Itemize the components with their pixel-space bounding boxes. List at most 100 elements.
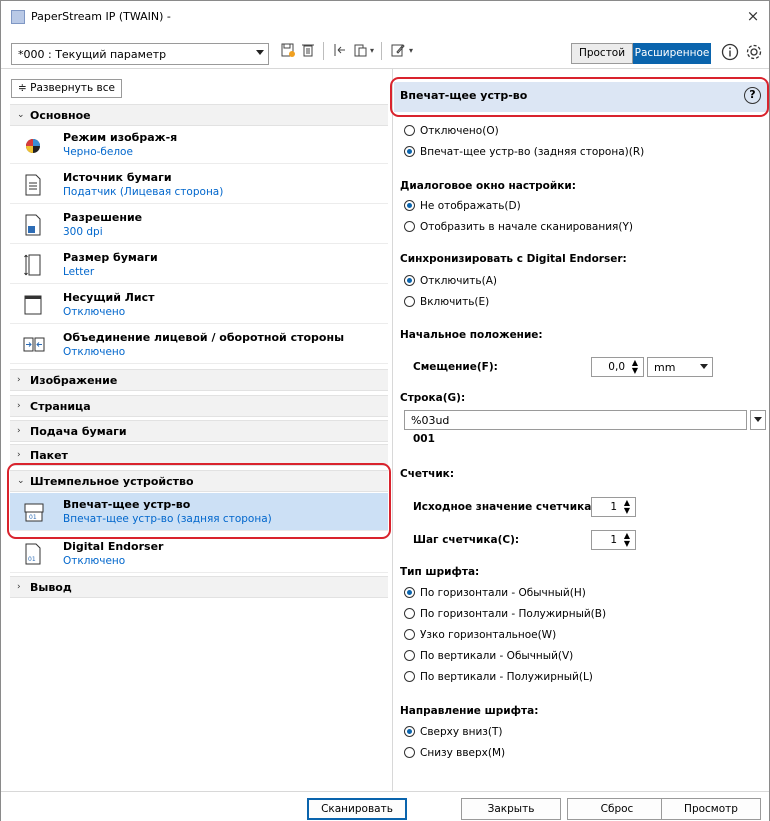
offset-spinbox[interactable]: 0,0 ▲ ▼ (591, 357, 644, 377)
chevron-right-icon: › (17, 426, 21, 436)
close-window-button[interactable]: × (743, 6, 763, 26)
mode-advanced-button[interactable]: Расширенное (633, 43, 711, 64)
spin-up-down-icon: ▲ ▼ (631, 358, 639, 375)
profile-select-value: *000 : Текущий параметр (18, 48, 167, 61)
main-window: PaperStream IP (TWAIN) - × *000 : Текущи… (0, 0, 770, 821)
item-value: Letter (63, 266, 95, 278)
delete-icon[interactable] (299, 42, 317, 60)
carrier-sheet-icon (23, 293, 43, 317)
item-carrier-sheet[interactable]: Несущий Лист Отключено (10, 286, 388, 324)
edit-icon[interactable] (389, 42, 407, 60)
paste-menu-chevron-icon[interactable]: ▾ (367, 42, 377, 60)
profile-select[interactable]: *000 : Текущий параметр (11, 43, 269, 65)
counter-step-label: Шаг счетчика(C): (413, 534, 520, 546)
title-bar: PaperStream IP (TWAIN) - × (1, 1, 769, 33)
item-value: Отключено (63, 306, 126, 318)
counter-initial-label: Исходное значение счетчика(U): (413, 501, 614, 513)
item-merge-sides[interactable]: Объединение лицевой / оборотной стороны … (10, 326, 388, 364)
radio-dot (404, 608, 415, 619)
string-label: Строка(G): (400, 392, 466, 404)
radio-dot (404, 650, 415, 661)
radio-label: Не отображать(D) (420, 200, 521, 212)
section-paper-feed[interactable]: › Подача бумаги (10, 420, 388, 442)
item-name: Объединение лицевой / оборотной стороны (63, 331, 345, 344)
item-paper-source[interactable]: Источник бумаги Податчик (Лицевая сторон… (10, 166, 388, 204)
radio-label: Отключить(A) (420, 275, 497, 287)
string-input[interactable]: %03ud (404, 410, 747, 430)
radio-font-h-normal[interactable]: По горизонтали - Обычный(H) (404, 587, 586, 603)
reset-button[interactable]: Сброс (567, 798, 667, 820)
item-paper-size[interactable]: Размер бумаги Letter (10, 246, 388, 284)
scan-button[interactable]: Сканировать (307, 798, 407, 820)
settings-detail-pane: Впечат-щее устр-во ? Отключено(O) Впечат… (390, 69, 769, 791)
gear-icon[interactable] (745, 43, 763, 61)
section-label: Вывод (30, 581, 72, 594)
section-label: Основное (30, 109, 91, 122)
item-digital-endorser[interactable]: 01 Digital Endorser Отключено (10, 535, 388, 573)
counter-initial-spinbox[interactable]: 1 ▲ ▼ (591, 497, 636, 517)
start-position-label: Начальное положение: (400, 329, 543, 341)
color-mode-icon (23, 133, 43, 157)
item-name: Источник бумаги (63, 171, 172, 184)
radio-font-v-normal[interactable]: По вертикали - Обычный(V) (404, 650, 573, 666)
offset-label: Смещение(F): (413, 361, 498, 373)
paper-size-icon (23, 253, 43, 277)
radio-label: Впечат-щее устр-во (задняя сторона)(R) (420, 146, 645, 158)
item-value: Податчик (Лицевая сторона) (63, 186, 224, 198)
item-image-mode[interactable]: Режим изображ-я Черно-белое (10, 126, 388, 164)
item-value: Отключено (63, 555, 126, 567)
section-page[interactable]: › Страница (10, 395, 388, 417)
preview-button[interactable]: Просмотр (661, 798, 761, 820)
radio-direction-down[interactable]: Сверху вниз(T) (404, 726, 502, 742)
radio-label: По горизонтали - Обычный(H) (420, 587, 586, 599)
item-name: Digital Endorser (63, 540, 164, 553)
radio-font-h-bold[interactable]: По горизонтали - Полужирный(B) (404, 608, 606, 624)
radio-dot (404, 587, 415, 598)
expand-all-button[interactable]: ≑ Развернуть все (11, 79, 122, 98)
radio-imprinter-off[interactable]: Отключено(O) (404, 125, 499, 141)
section-image[interactable]: › Изображение (10, 369, 388, 391)
chevron-right-icon: › (17, 375, 21, 385)
radio-label: Снизу вверх(M) (420, 747, 506, 759)
font-direction-label: Направление шрифта: (400, 705, 539, 717)
radio-imprinter-back[interactable]: Впечат-щее устр-во (задняя сторона)(R) (404, 146, 644, 162)
undo-icon[interactable] (331, 42, 349, 60)
counter-step-spinbox[interactable]: 1 ▲ ▼ (591, 530, 636, 550)
section-output[interactable]: › Вывод (10, 576, 388, 598)
radio-font-v-bold[interactable]: По вертикали - Полужирный(L) (404, 671, 593, 687)
chevron-right-icon: › (17, 401, 21, 411)
radio-sync-on[interactable]: Включить(E) (404, 296, 489, 312)
chevron-down-icon: ⌄ (17, 110, 25, 120)
highlight-outline-detail-header (390, 77, 769, 117)
radio-dialog-hide[interactable]: Не отображать(D) (404, 200, 521, 216)
radio-direction-up[interactable]: Снизу вверх(M) (404, 747, 505, 763)
close-button[interactable]: Закрыть (461, 798, 561, 820)
radio-dot (404, 671, 415, 682)
mode-simple-button[interactable]: Простой (571, 43, 633, 64)
spin-up-down-icon: ▲ ▼ (623, 498, 631, 515)
string-dropdown-button[interactable] (750, 410, 766, 430)
toolbar-separator (381, 42, 382, 60)
radio-label: По вертикали - Полужирный(L) (420, 671, 593, 683)
radio-dot (404, 726, 415, 737)
item-name: Разрешение (63, 211, 143, 224)
edit-menu-chevron-icon[interactable]: ▾ (406, 42, 416, 60)
section-basic[interactable]: ⌄ Основное (10, 104, 388, 126)
radio-label: Сверху вниз(T) (420, 726, 503, 738)
radio-label: Узко горизонтальное(W) (420, 629, 557, 641)
info-icon[interactable] (721, 43, 739, 61)
toolbar-separator (323, 42, 324, 60)
item-name: Режим изображ-я (63, 131, 178, 144)
radio-sync-off[interactable]: Отключить(A) (404, 275, 497, 291)
counter-initial-value: 1 (610, 501, 617, 513)
save-icon[interactable] (279, 42, 297, 60)
offset-unit-select[interactable]: mm (647, 357, 713, 377)
item-value: Черно-белое (63, 146, 133, 158)
item-resolution[interactable]: Разрешение 300 dpi (10, 206, 388, 244)
sync-label: Синхронизировать с Digital Endorser: (400, 253, 627, 265)
settings-tree-pane: ≑ Развернуть все ⌄ Основное Режим изобра… (1, 69, 393, 791)
app-icon (11, 10, 25, 24)
section-label: Пакет (30, 449, 68, 462)
radio-dialog-show[interactable]: Отобразить в начале сканирования(Y) (404, 221, 633, 237)
radio-font-narrow[interactable]: Узко горизонтальное(W) (404, 629, 556, 645)
